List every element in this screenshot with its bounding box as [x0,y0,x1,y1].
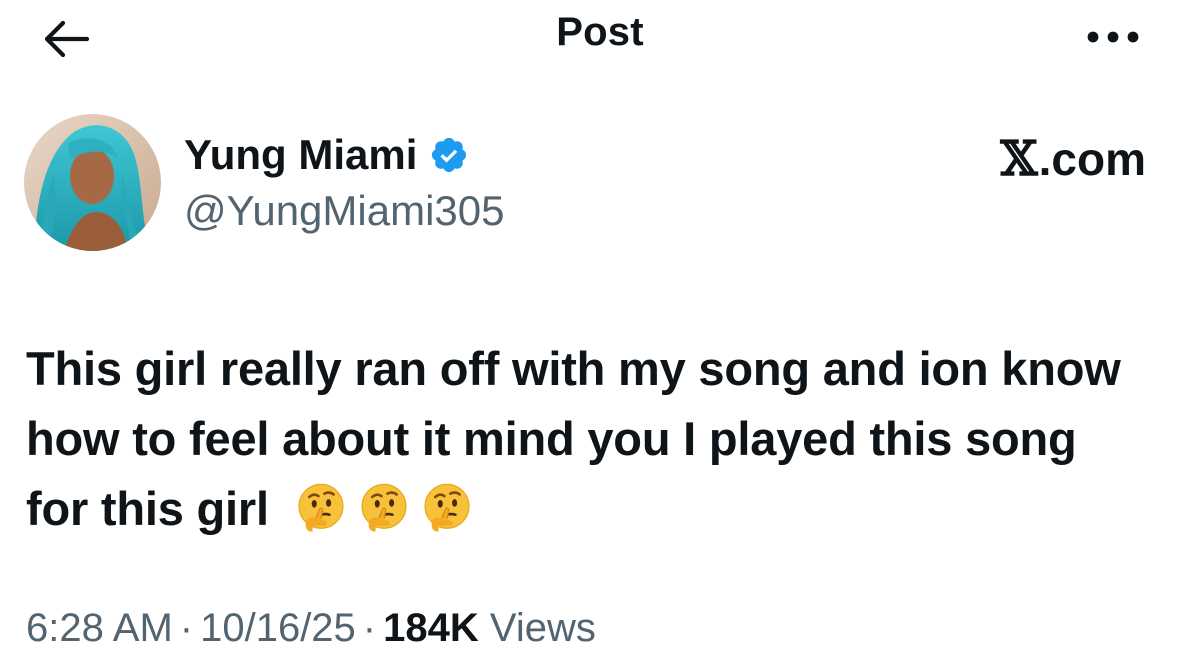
views-label: Views [489,606,596,650]
post-meta: 6:28 AM · 10/16/25 · 184K Views [26,606,596,651]
avatar[interactable] [24,114,161,251]
tweet-text: This girl really ran off with my song an… [26,334,1146,544]
x-logo-letter: 𝕏 [1000,131,1038,187]
meta-separator: · [179,606,194,650]
author-name-text: Yung Miami [184,131,418,178]
verified-badge-icon [432,137,467,173]
views-count: 184K [383,606,479,650]
source-domain: .com [1038,133,1146,185]
page-title: Post [556,10,644,54]
more-horizontal-icon [1087,31,1139,43]
top-bar: Post [0,0,1200,80]
thinking-face-emoji-icon [361,483,407,532]
tweet-text-content: This girl really ran off with my song an… [26,342,1121,535]
meta-separator: · [362,606,377,650]
thinking-face-emoji-icon [424,483,470,532]
thinking-face-emoji-icon [298,483,344,532]
author-name[interactable]: Yung Miami [184,131,469,179]
post-date[interactable]: 10/16/25 [200,606,356,650]
more-options-button[interactable] [1078,20,1148,54]
avatar-image [24,114,161,251]
source-watermark: 𝕏 .com [1000,131,1146,187]
author-handle[interactable]: @YungMiami305 [184,187,504,235]
post-time[interactable]: 6:28 AM [26,606,173,650]
